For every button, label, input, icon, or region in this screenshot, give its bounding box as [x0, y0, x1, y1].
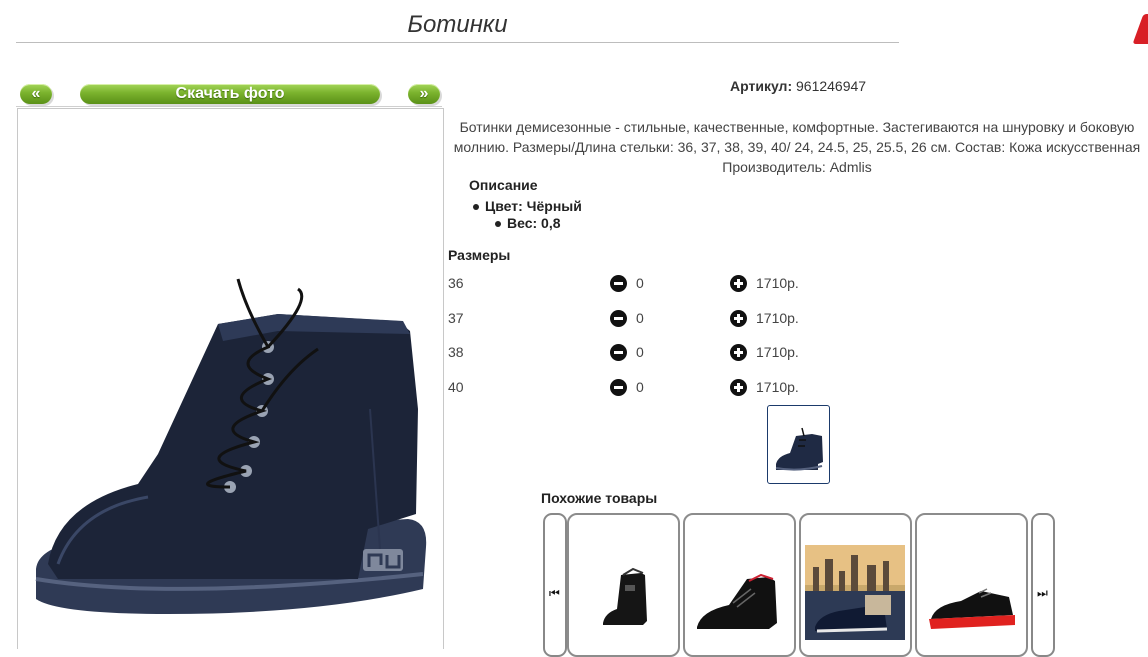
product-description: Ботинки демисезонные - стильные, качеств… [446, 117, 1148, 177]
black-lace-boot-image [697, 573, 777, 629]
size-price: 1710р. [756, 379, 799, 395]
gallery-divider [16, 106, 442, 107]
boot-thumbnail-image [775, 427, 823, 471]
size-quantity: 0 [636, 275, 644, 291]
main-product-photo[interactable] [17, 108, 444, 649]
similar-product-card[interactable] [799, 513, 912, 657]
plus-icon[interactable] [730, 310, 747, 327]
prev-photo-button[interactable]: « [20, 84, 52, 104]
sizes-heading: Размеры [448, 247, 511, 263]
plus-icon[interactable] [730, 344, 747, 361]
next-photo-button[interactable]: » [408, 84, 440, 104]
page-title: Ботинки [16, 10, 899, 43]
article-line: Артикул: 961246947 [730, 78, 866, 94]
boot-image [35, 278, 427, 614]
sneaker-city-image [805, 545, 905, 640]
description-heading: Описание [469, 177, 538, 193]
plus-icon[interactable] [730, 379, 747, 396]
minus-icon[interactable] [610, 379, 627, 396]
minus-icon[interactable] [610, 275, 627, 292]
download-photo-button[interactable]: Скачать фото [80, 84, 380, 104]
prop-color: Цвет: Чёрный [470, 198, 582, 215]
similar-product-card[interactable] [683, 513, 796, 657]
size-row: 38 0 1710р. [448, 342, 848, 362]
size-quantity: 0 [636, 379, 644, 395]
size-price: 1710р. [756, 275, 799, 291]
size-quantity: 0 [636, 344, 644, 360]
carousel-next-button[interactable]: ⏭ [1031, 513, 1055, 657]
size-value: 37 [448, 310, 464, 326]
size-value: 38 [448, 344, 464, 360]
product-props: Цвет: Чёрный Вес: 0,8 [470, 198, 582, 232]
red-sole-shoe-image [929, 588, 1015, 629]
description-text: Ботинки демисезонные - стильные, качеств… [453, 119, 1141, 155]
prop-weight: Вес: 0,8 [492, 215, 582, 232]
article-label: Артикул: [730, 78, 793, 94]
manufacturer-text: Производитель: Admlis [722, 159, 872, 175]
corner-badge-icon [1132, 14, 1148, 44]
skip-forward-icon: ⏭ [1037, 586, 1048, 600]
article-value: 961246947 [796, 78, 867, 94]
photo-thumbnail[interactable] [767, 405, 830, 484]
size-row: 37 0 1710р. [448, 308, 848, 328]
size-value: 36 [448, 275, 464, 291]
minus-icon[interactable] [610, 344, 627, 361]
carousel-prev-button[interactable]: ⏮ [543, 513, 567, 657]
size-row: 36 0 1710р. [448, 273, 848, 293]
size-quantity: 0 [636, 310, 644, 326]
plus-icon[interactable] [730, 275, 747, 292]
skip-back-icon: ⏮ [549, 586, 560, 600]
similar-product-card[interactable] [567, 513, 680, 657]
size-price: 1710р. [756, 344, 799, 360]
similar-product-card[interactable] [915, 513, 1028, 657]
black-ankle-boot-image [603, 567, 647, 625]
size-value: 40 [448, 379, 464, 395]
similar-products-heading: Похожие товары [541, 490, 658, 506]
size-price: 1710р. [756, 310, 799, 326]
size-row: 40 0 1710р. [448, 377, 848, 397]
minus-icon[interactable] [610, 310, 627, 327]
